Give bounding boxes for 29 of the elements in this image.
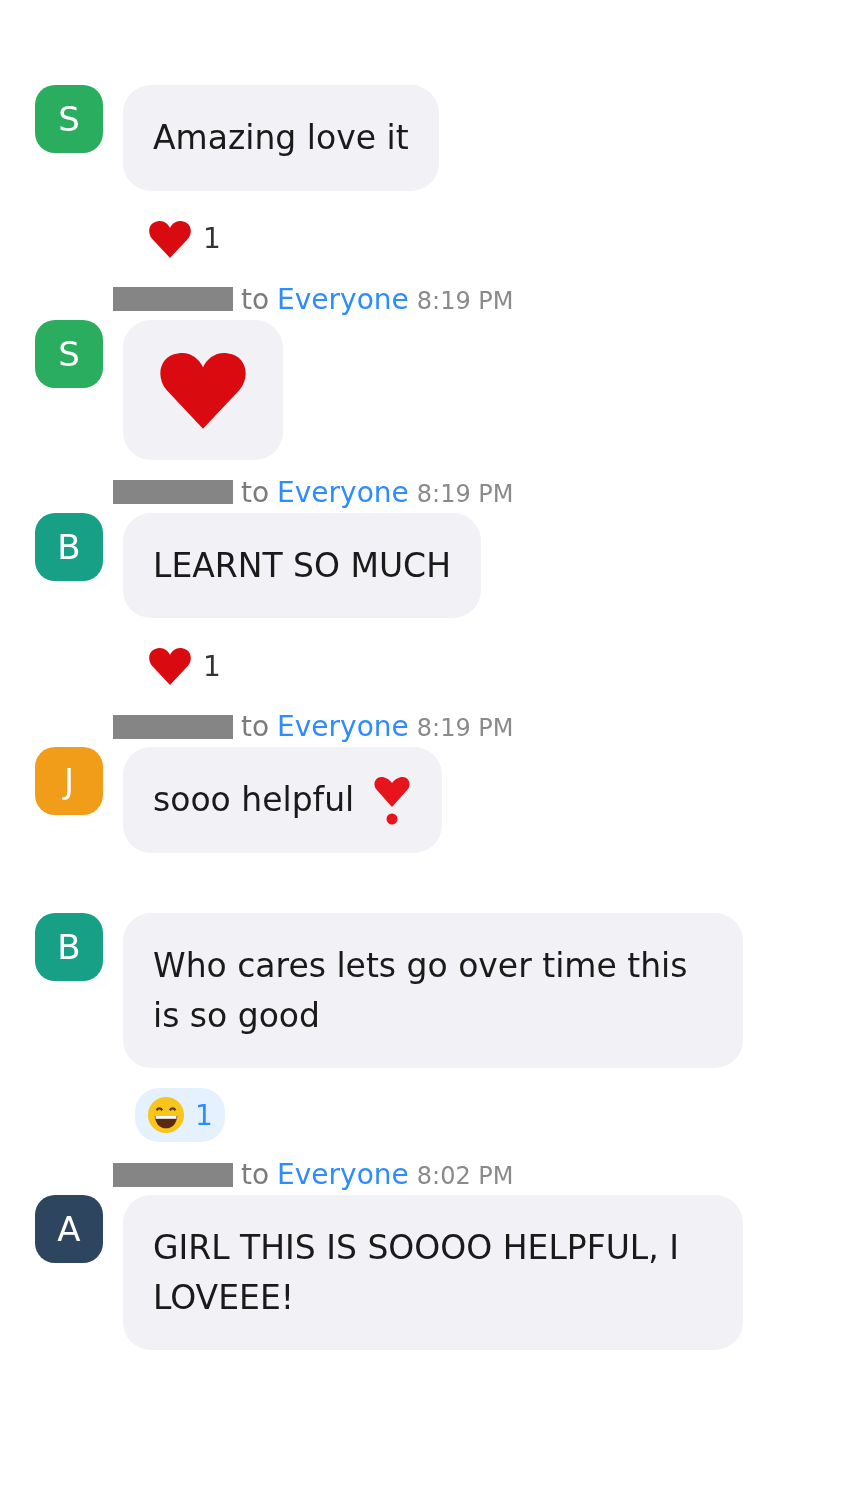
reaction-button[interactable]: 1 <box>135 638 233 694</box>
recipient-link[interactable]: Everyone <box>277 710 409 743</box>
recipient-link[interactable]: Everyone <box>277 475 409 509</box>
avatar: S <box>35 319 103 388</box>
heart-icon <box>147 646 193 686</box>
avatar: J <box>35 747 103 815</box>
reaction-button[interactable]: 1 <box>135 1088 225 1142</box>
to-label: to <box>241 1158 270 1191</box>
avatar: S <box>35 85 103 153</box>
message-text: sooo helpful <box>153 779 355 822</box>
grinning-face-icon <box>147 1096 185 1134</box>
message-time: 8:19 PM <box>416 714 514 742</box>
message-time: 8:19 PM <box>416 286 514 315</box>
avatar: B <box>35 913 103 981</box>
message-text: LEARNT SO MUCH <box>153 544 451 587</box>
message-text: Amazing love it <box>153 117 409 159</box>
recipient-link[interactable]: Everyone <box>277 1158 409 1191</box>
message-text: GIRL THIS IS SOOOO HELPFUL, I LOVEEE! <box>153 1227 680 1319</box>
avatar: B <box>35 512 103 581</box>
to-label: to <box>241 475 270 509</box>
message-time: 8:02 PM <box>416 1162 514 1190</box>
message-time: 8:19 PM <box>416 479 514 508</box>
to-label: to <box>241 282 270 316</box>
message-text: Who cares lets go over time this is so good <box>153 945 689 1037</box>
heart-icon <box>147 218 193 259</box>
to-label: to <box>241 710 270 743</box>
recipient-link[interactable]: Everyone <box>277 282 409 316</box>
avatar: A <box>35 1195 103 1263</box>
reaction-button[interactable]: 1 <box>135 210 233 267</box>
